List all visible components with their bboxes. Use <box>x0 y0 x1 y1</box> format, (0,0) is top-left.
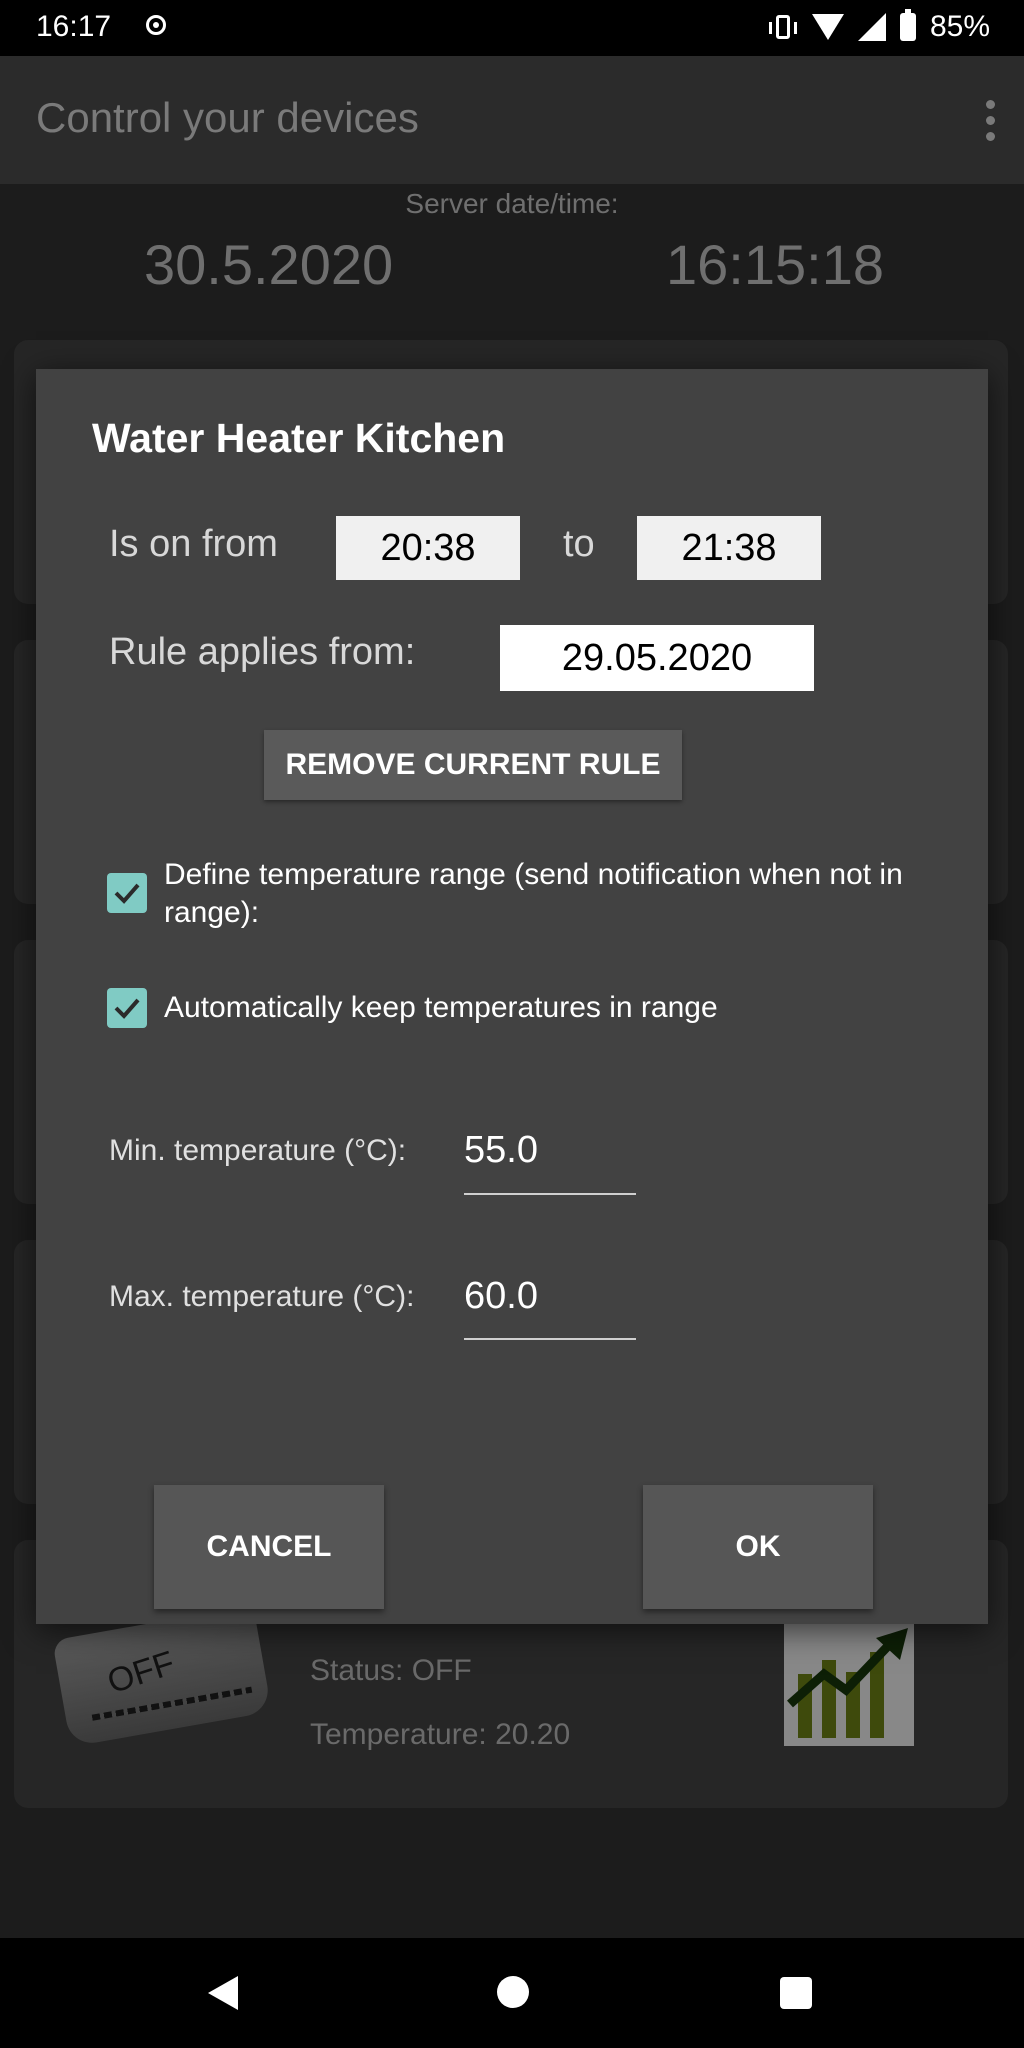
vibrate-icon <box>768 15 797 39</box>
min-temp-label: Min. temperature (°C): <box>109 1134 407 1167</box>
overflow-menu-icon[interactable] <box>986 100 998 148</box>
to-time-field[interactable]: 21:38 <box>637 516 821 580</box>
from-time-field[interactable]: 20:38 <box>336 516 520 580</box>
status-time: 16:17 <box>36 10 112 43</box>
status-icons: 85% <box>768 9 990 44</box>
rule-date-field[interactable]: 29.05.2020 <box>500 625 814 691</box>
battery-percent: 85% <box>929 10 990 43</box>
server-datetime-label: Server date/time: <box>405 188 619 219</box>
ok-button[interactable]: OK <box>643 1485 873 1609</box>
app-bar: Control your devices <box>0 56 1024 184</box>
server-date: 30.5.2020 <box>144 233 394 296</box>
cancel-button[interactable]: CANCEL <box>154 1485 384 1609</box>
check-icon <box>114 883 140 904</box>
app-title: Control your devices <box>36 94 419 141</box>
remove-rule-button[interactable]: REMOVE CURRENT RULE <box>264 730 682 800</box>
define-range-checkbox[interactable] <box>107 873 147 913</box>
rule-applies-label: Rule applies from: <box>109 631 416 673</box>
battery-icon <box>899 9 916 41</box>
device-status: Status: OFF <box>310 1654 472 1687</box>
define-range-label[interactable]: Define temperature range (send notificat… <box>164 856 964 932</box>
max-temp-underline <box>464 1338 636 1340</box>
navigation-bar <box>0 1938 1024 2048</box>
is-on-from-label: Is on from <box>109 523 278 565</box>
screen-record-icon <box>146 15 166 35</box>
wifi-icon <box>811 14 844 40</box>
back-icon[interactable] <box>208 1976 238 2010</box>
recent-apps-icon[interactable] <box>780 1977 812 2009</box>
check-icon <box>114 998 140 1019</box>
to-label: to <box>563 523 595 565</box>
min-temp-input[interactable]: 55.0 <box>464 1129 538 1172</box>
status-bar: 16:17 85% <box>0 0 1024 56</box>
dialog-title: Water Heater Kitchen <box>92 415 506 461</box>
min-temp-underline <box>464 1193 636 1195</box>
auto-keep-label[interactable]: Automatically keep temperatures in range <box>164 989 718 1027</box>
auto-keep-checkbox[interactable] <box>107 988 147 1028</box>
rule-dialog: Water Heater Kitchen Is on from 20:38 to… <box>36 369 988 1624</box>
max-temp-input[interactable]: 60.0 <box>464 1275 538 1318</box>
device-temperature: Temperature: 20.20 <box>310 1718 571 1751</box>
server-time: 16:15:18 <box>666 233 884 296</box>
home-icon[interactable] <box>497 1976 529 2008</box>
max-temp-label: Max. temperature (°C): <box>109 1280 415 1313</box>
ac-off-label: OFF <box>102 1644 180 1702</box>
chart-icon[interactable] <box>784 1624 914 1746</box>
signal-icon <box>857 13 886 41</box>
